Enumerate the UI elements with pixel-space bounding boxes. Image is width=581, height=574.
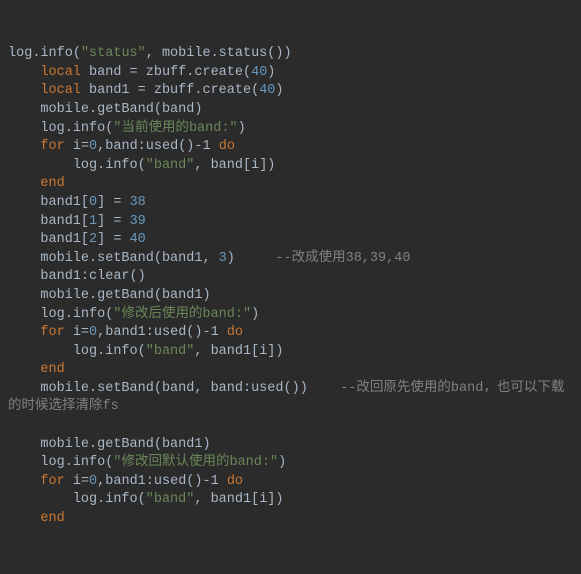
line: band1:clear() — [8, 269, 146, 284]
keyword: local — [40, 65, 81, 80]
line: local band = zbuff.create(40) — [8, 65, 275, 80]
ident: info — [40, 46, 72, 61]
line: band1[1] = 39 — [8, 214, 146, 229]
line: mobile.getBand(band) — [8, 102, 202, 117]
line: log.info("band", band1[i]) — [8, 492, 284, 507]
number: 40 — [251, 65, 267, 80]
string: "status" — [81, 46, 146, 61]
line: for i=0,band:used()-1 do — [8, 139, 235, 154]
line: log.info("当前使用的band:") — [8, 121, 246, 136]
comment: --改成使用38,39,40 — [275, 251, 410, 266]
line: log.info("status", mobile.status()) — [8, 46, 292, 61]
line: for i=0,band1:used()-1 do — [8, 474, 243, 489]
line: log.info("修改回默认使用的band:") — [8, 455, 286, 470]
code-block: log.info("status", mobile.status()) loca… — [8, 46, 564, 526]
line: end — [8, 511, 65, 526]
line: for i=0,band1:used()-1 do — [8, 325, 243, 340]
line: mobile.setBand(band1, 3) --改成使用38,39,40 — [8, 251, 410, 266]
line: log.info("band", band1[i]) — [8, 344, 284, 359]
line — [8, 418, 16, 433]
line: log.info("修改后使用的band:") — [8, 307, 259, 322]
ident: log — [8, 46, 32, 61]
line: band1[0] = 38 — [8, 195, 146, 210]
line: log.info("band", band[i]) — [8, 158, 275, 173]
line: end — [8, 176, 65, 191]
string: "当前使用的band:" — [113, 121, 237, 136]
line: band1[2] = 40 — [8, 232, 146, 247]
line: mobile.setBand(band, band:used()) --改回原先… — [8, 381, 564, 415]
line: mobile.getBand(band1) — [8, 288, 211, 303]
line: mobile.getBand(band1) — [8, 437, 211, 452]
line: end — [8, 362, 65, 377]
line: local band1 = zbuff.create(40) — [8, 83, 284, 98]
